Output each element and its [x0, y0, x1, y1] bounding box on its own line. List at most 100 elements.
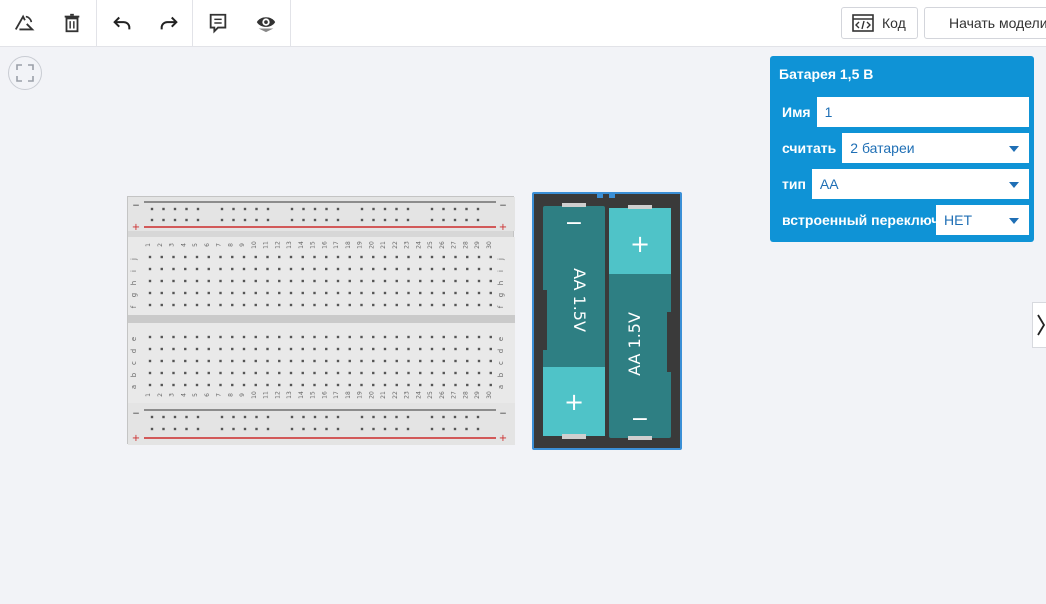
terminal-hole	[219, 267, 222, 271]
column-number-bottom: 2	[157, 393, 164, 397]
terminal-hole	[383, 267, 387, 271]
terminal-hole	[301, 335, 304, 339]
column-number-bottom: 14	[298, 391, 305, 399]
count-field-label: считать	[775, 133, 843, 163]
terminal-hole	[278, 267, 281, 271]
row-letter: c	[130, 361, 138, 365]
terminal-hole	[360, 279, 363, 283]
column-number-bottom: 3	[169, 393, 176, 397]
terminal-hole	[254, 267, 257, 271]
rail-hole	[173, 218, 177, 222]
terminal-hole	[442, 371, 445, 375]
terminal-hole	[489, 359, 492, 363]
terminal-hole	[207, 371, 210, 375]
column-number-top: 28	[462, 241, 469, 249]
left-cell-minus-label: −	[565, 211, 583, 236]
start-simulation-button[interactable]: Начать моделирование	[924, 7, 1046, 39]
terminal-hole	[477, 383, 481, 387]
terminal-hole	[395, 303, 398, 307]
terminal-hole	[313, 303, 316, 307]
terminal-hole	[231, 371, 234, 375]
terminal-hole	[407, 383, 410, 387]
terminal-hole	[348, 291, 351, 295]
rail-hole	[476, 218, 480, 222]
notes-button[interactable]	[202, 8, 234, 38]
terminal-hole	[489, 303, 492, 307]
battery-pack[interactable]: − + AA 1.5V + − AA 1.5V	[532, 190, 682, 450]
undo-button[interactable]	[106, 8, 138, 38]
rail-minus-label: −	[499, 409, 507, 419]
terminal-hole	[195, 371, 199, 375]
rail-hole	[302, 427, 305, 431]
column-number-bottom: 25	[427, 391, 434, 399]
breadboard[interactable]: − + − + − + − +1 1 2 2 3 3 4 4 5 5 6 6 7 7 8 8 9 9 10 10 11 11 12 12 13…	[127, 196, 515, 445]
left-cell-plus-label: +	[564, 388, 584, 416]
rail-hole	[395, 218, 398, 222]
terminal-hole	[336, 255, 340, 259]
terminal-hole	[195, 347, 199, 351]
side-panel-toggle[interactable]	[1032, 302, 1046, 348]
terminal-hole	[160, 371, 163, 375]
terminal-hole	[454, 347, 457, 351]
terminal-hole	[395, 335, 398, 339]
terminal-hole	[278, 279, 281, 283]
terminal-hole	[278, 291, 281, 295]
terminal-hole	[160, 279, 163, 283]
terminal-hole	[395, 279, 398, 283]
terminal-hole	[360, 371, 363, 375]
rail-hole	[395, 427, 398, 431]
terminal-hole	[442, 255, 445, 259]
center-channel	[128, 315, 515, 323]
terminal-hole	[454, 255, 457, 259]
terminal-hole	[360, 335, 363, 339]
column-number-bottom: 5	[192, 393, 199, 397]
terminal-hole	[172, 279, 175, 283]
battery-graphic: − + AA 1.5V + − AA 1.5V	[539, 190, 675, 440]
code-button[interactable]: Код	[841, 7, 918, 39]
terminal-hole	[231, 335, 234, 339]
terminal-hole	[242, 267, 246, 271]
rail-hole	[395, 415, 398, 419]
terminal-hole	[383, 303, 387, 307]
terminal-hole	[466, 291, 469, 295]
terminal-hole	[372, 335, 375, 339]
column-number-top: 24	[415, 241, 422, 249]
type-select[interactable]: AA	[812, 169, 1029, 199]
rotate-button[interactable]	[8, 8, 40, 38]
terminal-hole	[407, 267, 410, 271]
redo-button[interactable]	[153, 8, 185, 38]
rail-hole	[232, 218, 235, 222]
row-letter: e	[497, 337, 505, 341]
terminal-hole	[336, 359, 340, 363]
switch-select[interactable]: НЕТ	[936, 205, 1029, 235]
terminal-hole	[148, 383, 152, 387]
column-number-top: 4	[180, 243, 187, 247]
chevron-right-icon	[1036, 314, 1045, 336]
terminal-hole	[489, 335, 492, 339]
column-number-bottom: 27	[451, 391, 458, 399]
delete-button[interactable]	[56, 8, 88, 38]
rail-hole	[290, 207, 294, 211]
column-number-top: 22	[392, 241, 399, 249]
terminal-hole	[242, 371, 246, 375]
terminal-hole	[407, 347, 410, 351]
rail-hole	[255, 427, 258, 431]
column-number-top: 16	[321, 241, 328, 249]
column-number-top: 7	[216, 243, 223, 247]
terminal-hole	[184, 279, 187, 283]
terminal-hole	[278, 383, 281, 387]
terminal-hole	[325, 291, 328, 295]
zoom-to-fit-button[interactable]	[8, 56, 42, 90]
rail-hole	[302, 218, 305, 222]
rail-hole	[243, 415, 247, 419]
visibility-button[interactable]	[250, 8, 282, 38]
terminal-hole	[160, 291, 163, 295]
terminal-hole	[360, 383, 363, 387]
column-number-bottom: 1	[145, 393, 152, 397]
rail-hole	[406, 427, 410, 431]
terminal-hole	[254, 291, 257, 295]
count-select[interactable]: 2 батареи	[842, 133, 1029, 163]
column-number-top: 11	[263, 241, 270, 249]
name-input[interactable]: 1	[817, 97, 1029, 127]
rail-hole	[325, 415, 328, 419]
